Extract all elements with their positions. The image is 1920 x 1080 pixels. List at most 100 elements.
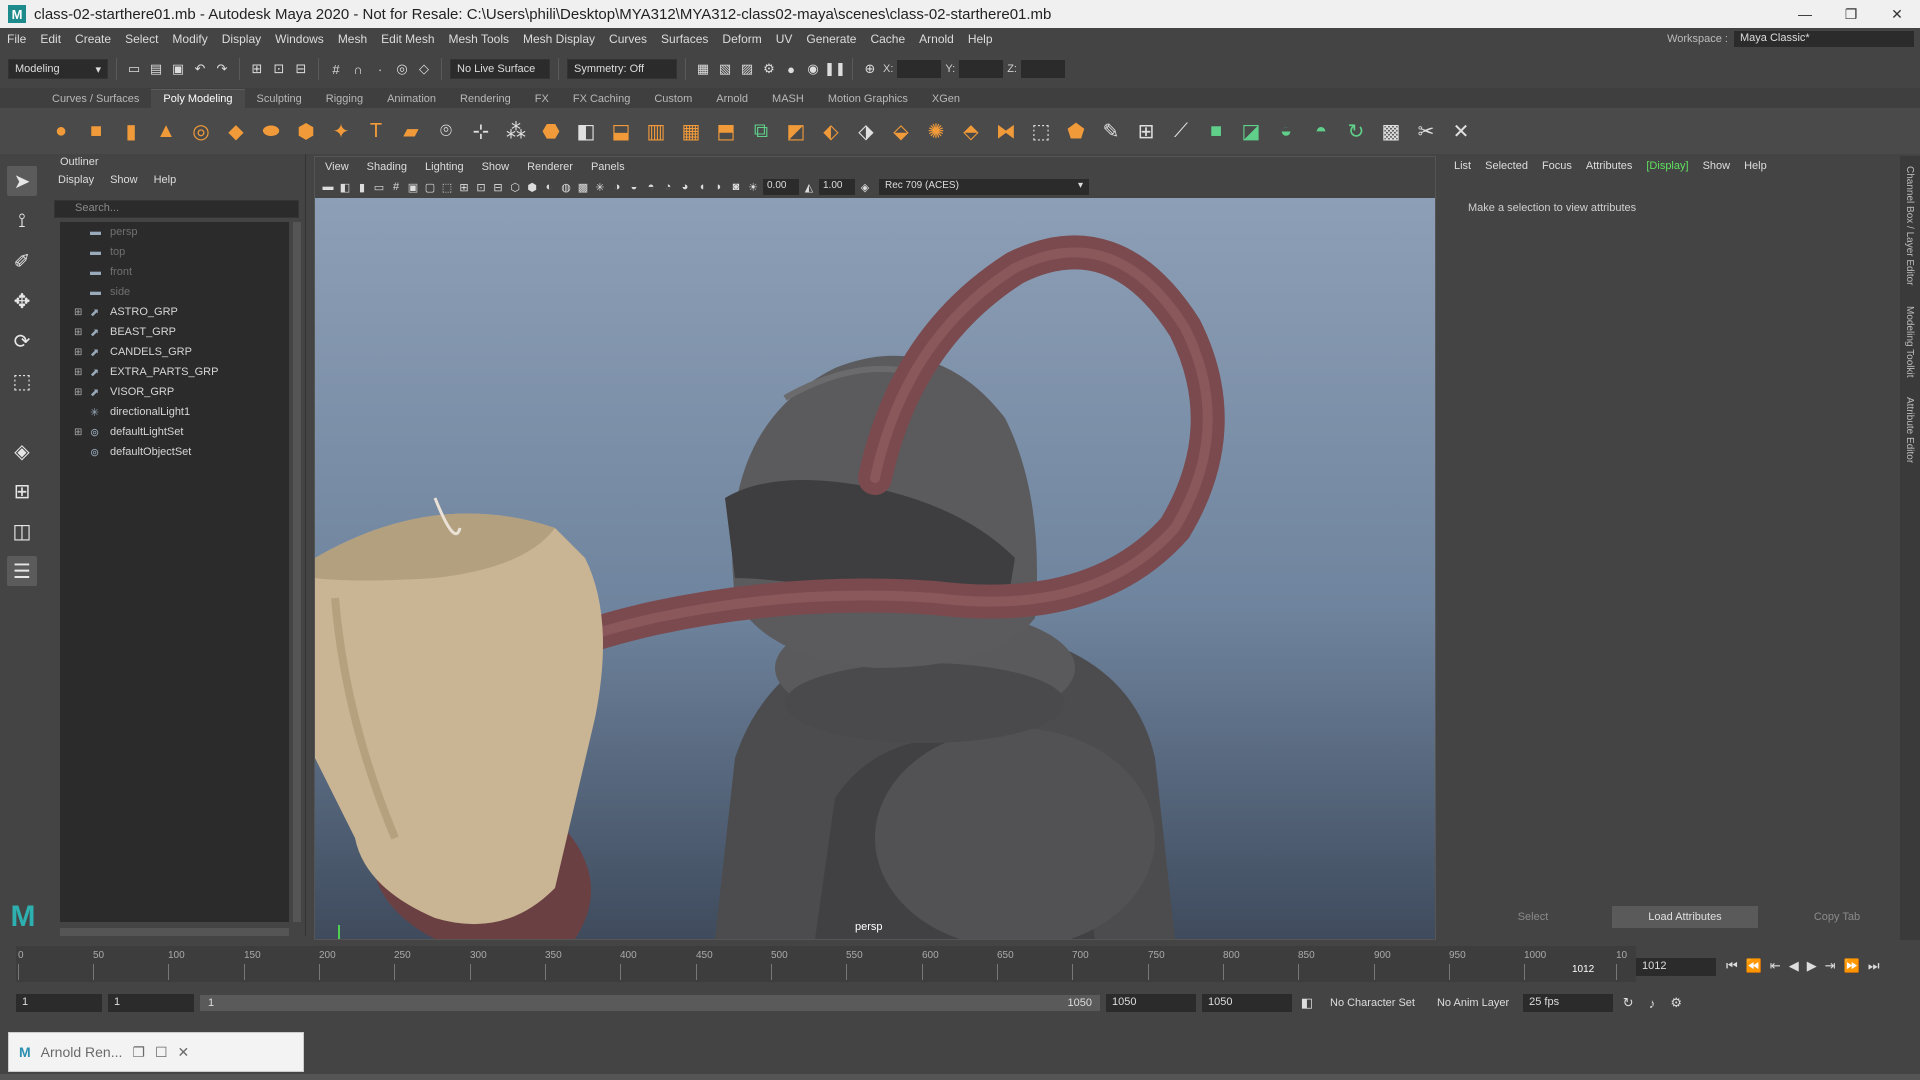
tab-arnold[interactable]: Arnold [704, 90, 760, 108]
expand-icon[interactable]: ⊞ [74, 307, 84, 318]
menu-modify[interactable]: Modify [165, 32, 214, 46]
select-camera-icon[interactable]: ▬ [321, 180, 335, 194]
menu-cache[interactable]: Cache [863, 32, 912, 46]
viewport-menu-view[interactable]: View [325, 161, 349, 173]
menu-mesh-display[interactable]: Mesh Display [516, 32, 602, 46]
wireframe-icon[interactable]: ⬡ [508, 180, 522, 194]
outliner-item-default-light-set[interactable]: ⊞ ⊚ defaultLightSet [60, 422, 289, 442]
menu-windows[interactable]: Windows [268, 32, 331, 46]
z-field[interactable] [1020, 60, 1065, 78]
step-back-frame-icon[interactable]: ⇤ [1770, 958, 1781, 974]
viewport-menu-panels[interactable]: Panels [591, 161, 625, 173]
open-scene-icon[interactable]: ▤ [147, 60, 165, 78]
select-button[interactable]: Select [1460, 906, 1606, 928]
arnold-render-icon[interactable]: ◉ [804, 60, 822, 78]
poly-torus-icon[interactable]: ◎ [186, 116, 216, 146]
outliner-item-extra-parts-grp[interactable]: ⊞ ⬈ EXTRA_PARTS_GRP [60, 362, 289, 382]
svg-icon[interactable]: ▰ [396, 116, 426, 146]
gamma-icon[interactable]: ◭ [802, 180, 816, 194]
anim-start-field[interactable]: 1 [16, 994, 102, 1012]
backface-culling-icon[interactable]: ◙ [729, 180, 743, 194]
poly-cylinder-icon[interactable]: ▮ [116, 116, 146, 146]
expand-icon[interactable]: ⊞ [74, 327, 84, 338]
tab-motion-graphics[interactable]: Motion Graphics [816, 90, 920, 108]
separate-icon[interactable]: ◧ [571, 116, 601, 146]
viewport-menu-shading[interactable]: Shading [367, 161, 407, 173]
menu-surfaces[interactable]: Surfaces [654, 32, 715, 46]
attr-menu-attributes[interactable]: Attributes [1586, 160, 1632, 172]
tab-fx-caching[interactable]: FX Caching [561, 90, 642, 108]
arnold-render-window[interactable]: M Arnold Ren... ❐ ☐ ✕ [8, 1032, 304, 1072]
ambient-occlusion-icon[interactable]: ◒ [627, 180, 641, 194]
outliner-item-astro-grp[interactable]: ⊞ ⬈ ASTRO_GRP [60, 302, 289, 322]
outliner-menu-help[interactable]: Help [154, 174, 177, 188]
outliner-menu-show[interactable]: Show [110, 174, 138, 188]
side-tab-modeling-toolkit[interactable]: Modeling Toolkit [1900, 296, 1919, 388]
menu-deform[interactable]: Deform [715, 32, 768, 46]
booleans-icon[interactable]: ▥ [641, 116, 671, 146]
close-button[interactable]: ✕ [1874, 0, 1920, 28]
poly-sphere-icon[interactable]: ● [46, 116, 76, 146]
outliner-menu-display[interactable]: Display [58, 174, 94, 188]
viewport-menu-renderer[interactable]: Renderer [527, 161, 573, 173]
outliner-item-side[interactable]: ▬ side [60, 282, 289, 302]
render-settings-icon[interactable]: ⚙ [760, 60, 778, 78]
super-shape-icon[interactable]: ✦ [326, 116, 356, 146]
play-forward-icon[interactable]: ▶ [1807, 958, 1817, 974]
poly-cube-icon[interactable]: ■ [81, 116, 111, 146]
wedge-icon[interactable]: ⬙ [886, 116, 916, 146]
animation-prefs-icon[interactable]: ⚙ [1667, 994, 1685, 1012]
crease-icon[interactable]: ⬚ [1026, 116, 1056, 146]
menu-edit-mesh[interactable]: Edit Mesh [374, 32, 441, 46]
playback-start-field[interactable]: 1 [108, 994, 194, 1012]
attr-menu-show[interactable]: Show [1703, 160, 1731, 172]
snap-surface-icon[interactable]: ◇ [415, 60, 433, 78]
new-scene-icon[interactable]: ▭ [125, 60, 143, 78]
restore-icon[interactable]: ❐ [132, 1044, 145, 1061]
two-view-layout-icon[interactable]: ◫ [7, 516, 37, 546]
xray-joints-icon[interactable]: ◗ [712, 180, 726, 194]
menu-curves[interactable]: Curves [602, 32, 654, 46]
menu-mesh[interactable]: Mesh [331, 32, 374, 46]
load-attributes-button[interactable]: Load Attributes [1612, 906, 1758, 928]
expand-icon[interactable]: ⊞ [74, 427, 84, 438]
shadows-icon[interactable]: ◑ [610, 180, 624, 194]
go-to-end-icon[interactable]: ⏭ [1868, 958, 1880, 974]
tab-curves-surfaces[interactable]: Curves / Surfaces [40, 90, 151, 108]
use-all-lights-icon[interactable]: ✳ [593, 180, 607, 194]
step-forward-key-icon[interactable]: ⏩ [1844, 958, 1860, 974]
symmetry-dropdown[interactable]: Symmetry: Off [567, 59, 677, 79]
reduce-icon[interactable]: ⬟ [1061, 116, 1091, 146]
cylindrical-map-icon[interactable]: ◒ [1271, 116, 1301, 146]
menu-arnold[interactable]: Arnold [912, 32, 961, 46]
workspace-dropdown[interactable]: Maya Classic* [1734, 31, 1914, 47]
film-gate-icon[interactable]: ▣ [406, 180, 420, 194]
outliner-item-directional-light[interactable]: ✳ directionalLight1 [60, 402, 289, 422]
outliner-item-beast-grp[interactable]: ⊞ ⬈ BEAST_GRP [60, 322, 289, 342]
x-field[interactable] [897, 60, 942, 78]
live-surface-field[interactable]: No Live Surface [450, 59, 550, 79]
chamfer-icon[interactable]: ⬘ [956, 116, 986, 146]
poke-icon[interactable]: ✺ [921, 116, 951, 146]
close-icon[interactable]: ✕ [178, 1044, 190, 1061]
isolate-select-icon[interactable]: ◕ [678, 180, 692, 194]
merge-icon[interactable]: ⬖ [816, 116, 846, 146]
auto-key-icon[interactable]: ◧ [1298, 994, 1316, 1012]
3d-viewport[interactable]: persp [315, 198, 1435, 939]
anti-aliasing-icon[interactable]: ◔ [661, 180, 675, 194]
wireframe-on-shaded-icon[interactable]: ◍ [559, 180, 573, 194]
hypershade-icon[interactable]: ● [782, 60, 800, 78]
outliner-item-front[interactable]: ▬ front [60, 262, 289, 282]
outliner-item-persp[interactable]: ▬ persp [60, 222, 289, 242]
rotate-tool-icon[interactable]: ⟳ [7, 326, 37, 356]
bookmark-icon[interactable]: ▮ [355, 180, 369, 194]
current-frame-field[interactable]: 1012 [1636, 958, 1716, 976]
expand-icon[interactable]: ⊞ [74, 387, 84, 398]
render-view-icon[interactable]: ▧ [716, 60, 734, 78]
gamma-field[interactable]: 1.00 [819, 179, 855, 195]
anim-end-field[interactable]: 1050 [1202, 994, 1292, 1012]
fill-hole-icon[interactable]: ⬗ [851, 116, 881, 146]
side-tab-attribute-editor[interactable]: Attribute Editor [1900, 387, 1919, 473]
exposure-icon[interactable]: ☀ [746, 180, 760, 194]
viewport-menu-lighting[interactable]: Lighting [425, 161, 464, 173]
